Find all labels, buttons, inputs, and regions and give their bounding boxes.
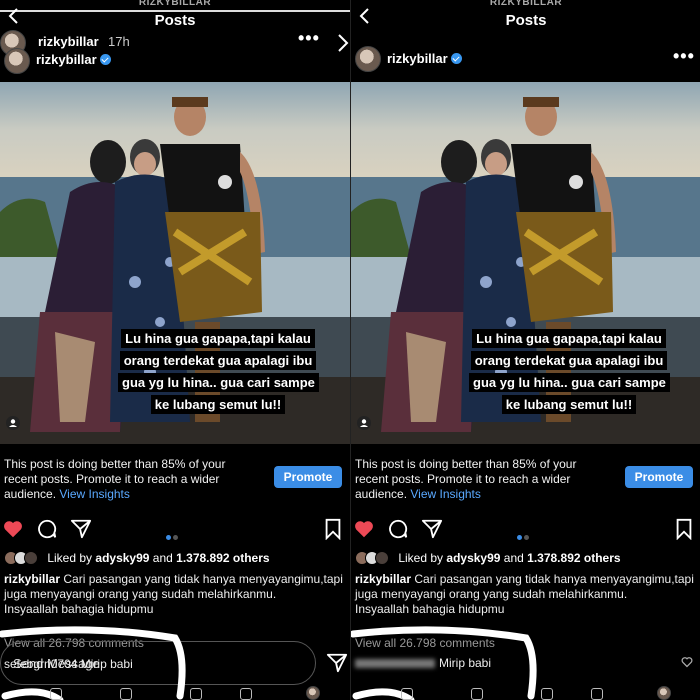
post-avatar[interactable] [355,46,381,72]
action-bar [0,518,350,542]
reels-icon[interactable] [541,688,553,700]
left-screenshot-panel: RIZKYBILLAR Posts rizkybillar 17h ••• ri… [0,0,350,700]
post-header: rizkybillar [0,42,350,78]
post-avatar[interactable] [4,48,30,74]
carousel-indicator [516,527,530,545]
search-icon[interactable] [120,688,132,700]
post-header: rizkybillar ••• [351,40,700,76]
comment-icon[interactable] [387,518,409,540]
home-icon[interactable] [401,688,413,700]
comment-icon[interactable] [36,518,58,540]
view-insights-link[interactable]: View Insights [59,487,129,501]
user-tag-icon[interactable] [357,416,371,430]
story-overlay-text: Lu hina gua gapapa,tapi kalau orang terd… [118,328,319,416]
profile-tab-avatar[interactable] [657,686,671,700]
post-username[interactable]: rizkybillar [387,51,462,66]
user-tag-icon[interactable] [6,416,20,430]
view-all-comments-link[interactable]: View all 26.798 comments [355,636,495,650]
liker-avatar [24,551,38,565]
verified-badge-icon [450,53,462,64]
redacted-username [355,659,435,669]
page-title: Posts [505,12,547,29]
profile-tab-avatar[interactable] [306,686,320,700]
comment-row: setebgrn0704 Mirip babi [4,657,133,671]
promote-button[interactable]: Promote [625,466,693,488]
post-caption: rizkybillar Cari pasangan yang tidak han… [4,572,343,616]
bottom-nav [351,686,700,700]
carousel-indicator [165,527,179,545]
heart-icon[interactable] [353,518,375,540]
comment-row: Mirip babi [355,656,491,670]
likes-row[interactable]: Liked by adysky99 and 1.378.892 others [4,551,270,569]
page-title: Posts [154,12,196,29]
post-username[interactable]: rizkybillar [36,52,111,67]
profile-pretitle: RIZKYBILLAR [489,0,563,8]
profile-pretitle: RIZKYBILLAR [138,0,212,8]
action-bar [351,518,700,542]
reels-icon[interactable] [190,688,202,700]
bookmark-icon[interactable] [322,518,344,540]
send-icon[interactable] [326,652,348,674]
right-screenshot-panel: RIZKYBILLAR Posts rizkybillar ••• Lu hin… [350,0,700,700]
share-icon[interactable] [70,518,92,540]
shop-icon[interactable] [591,688,603,700]
view-insights-link[interactable]: View Insights [410,487,480,501]
insight-text: This post is doing better than 85% of yo… [355,457,577,501]
heart-icon[interactable] [2,518,24,540]
back-arrow-icon[interactable] [357,8,373,24]
share-icon[interactable] [421,518,443,540]
search-icon[interactable] [471,688,483,700]
story-overlay-text: Lu hina gua gapapa,tapi kalau orang terd… [469,328,670,416]
home-icon[interactable] [50,688,62,700]
bookmark-icon[interactable] [673,518,695,540]
shop-icon[interactable] [240,688,252,700]
more-icon[interactable]: ••• [673,46,695,67]
promote-button[interactable]: Promote [274,466,342,488]
insight-text: This post is doing better than 85% of yo… [4,457,226,501]
top-bar: RIZKYBILLAR Posts [351,0,700,34]
likes-row[interactable]: Liked by adysky99 and 1.378.892 others [355,551,621,569]
small-heart-icon[interactable] [681,656,693,668]
back-arrow-icon[interactable] [6,8,22,24]
post-caption: rizkybillar Cari pasangan yang tidak han… [355,572,694,616]
verified-badge-icon [99,54,111,65]
liker-avatar [375,551,389,565]
bottom-nav [0,686,350,700]
